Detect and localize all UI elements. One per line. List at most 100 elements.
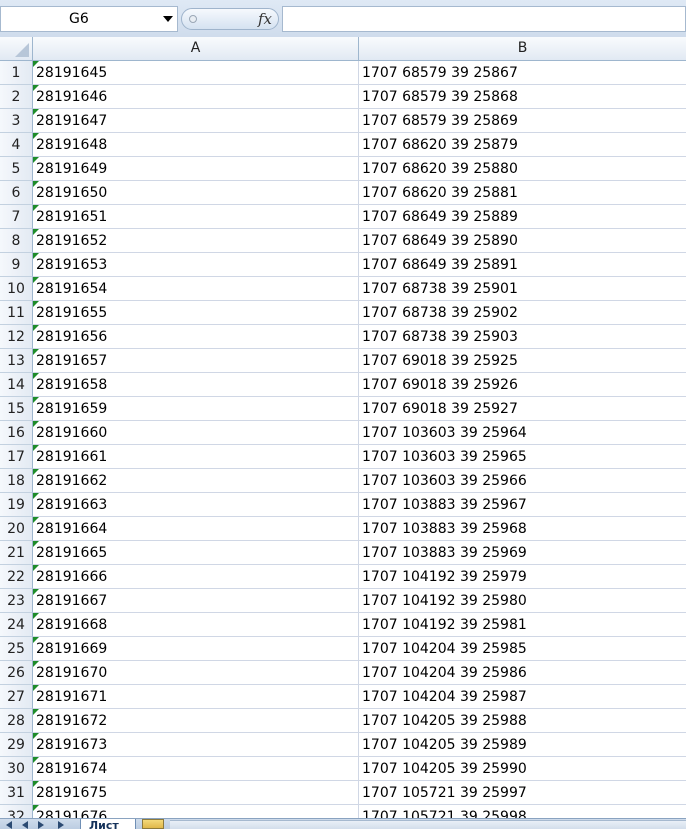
row-header[interactable]: 28 — [0, 709, 33, 733]
cell-a[interactable]: 28191653 — [33, 253, 359, 277]
cell-a[interactable]: 28191664 — [33, 517, 359, 541]
cell-b[interactable]: 1707 68738 39 25902 — [359, 301, 686, 325]
row-header[interactable]: 20 — [0, 517, 33, 541]
cell-a[interactable]: 28191666 — [33, 565, 359, 589]
row-header[interactable]: 7 — [0, 205, 33, 229]
column-header-b[interactable]: B — [359, 37, 686, 60]
row-header[interactable]: 15 — [0, 397, 33, 421]
row-header[interactable]: 3 — [0, 109, 33, 133]
cell-a[interactable]: 28191671 — [33, 685, 359, 709]
cell-a[interactable]: 28191645 — [33, 61, 359, 85]
cell-b[interactable]: 1707 103883 39 25968 — [359, 517, 686, 541]
cell-a[interactable]: 28191670 — [33, 661, 359, 685]
row-header[interactable]: 2 — [0, 85, 33, 109]
cell-a[interactable]: 28191646 — [33, 85, 359, 109]
cell-b[interactable]: 1707 68738 39 25901 — [359, 277, 686, 301]
cell-b[interactable]: 1707 68649 39 25891 — [359, 253, 686, 277]
cell-a[interactable]: 28191650 — [33, 181, 359, 205]
row-header[interactable]: 23 — [0, 589, 33, 613]
cell-b[interactable]: 1707 103883 39 25967 — [359, 493, 686, 517]
cell-a[interactable]: 28191647 — [33, 109, 359, 133]
cell-a[interactable]: 28191657 — [33, 349, 359, 373]
cell-a[interactable]: 28191663 — [33, 493, 359, 517]
cell-b[interactable]: 1707 68579 39 25867 — [359, 61, 686, 85]
row-header[interactable]: 25 — [0, 637, 33, 661]
cell-b[interactable]: 1707 68649 39 25890 — [359, 229, 686, 253]
formula-input[interactable] — [282, 6, 686, 32]
row-header[interactable]: 29 — [0, 733, 33, 757]
row-header[interactable]: 11 — [0, 301, 33, 325]
cell-a[interactable]: 28191676 — [33, 805, 359, 818]
cell-b[interactable]: 1707 103883 39 25969 — [359, 541, 686, 565]
row-header[interactable]: 14 — [0, 373, 33, 397]
cell-b[interactable]: 1707 68620 39 25881 — [359, 181, 686, 205]
row-header[interactable]: 9 — [0, 253, 33, 277]
insert-function-control[interactable]: fx — [181, 8, 279, 30]
cell-a[interactable]: 28191660 — [33, 421, 359, 445]
cell-a[interactable]: 28191669 — [33, 637, 359, 661]
cell-b[interactable]: 1707 104205 39 25989 — [359, 733, 686, 757]
cell-b[interactable]: 1707 68620 39 25880 — [359, 157, 686, 181]
cell-a[interactable]: 28191655 — [33, 301, 359, 325]
cell-b[interactable]: 1707 68738 39 25903 — [359, 325, 686, 349]
cell-a[interactable]: 28191659 — [33, 397, 359, 421]
resize-handle-icon[interactable] — [189, 15, 197, 23]
column-header-a[interactable]: A — [33, 37, 359, 60]
row-header[interactable]: 13 — [0, 349, 33, 373]
cell-b[interactable]: 1707 104205 39 25990 — [359, 757, 686, 781]
row-header[interactable]: 16 — [0, 421, 33, 445]
cell-b[interactable]: 1707 69018 39 25926 — [359, 373, 686, 397]
row-header[interactable]: 22 — [0, 565, 33, 589]
cell-b[interactable]: 1707 104204 39 25986 — [359, 661, 686, 685]
cell-b[interactable]: 1707 104204 39 25987 — [359, 685, 686, 709]
cell-b[interactable]: 1707 105721 39 25997 — [359, 781, 686, 805]
cell-a[interactable]: 28191648 — [33, 133, 359, 157]
row-header[interactable]: 4 — [0, 133, 33, 157]
cell-a[interactable]: 28191658 — [33, 373, 359, 397]
cell-b[interactable]: 1707 104204 39 25985 — [359, 637, 686, 661]
cell-b[interactable]: 1707 104205 39 25988 — [359, 709, 686, 733]
cell-b[interactable]: 1707 103603 39 25965 — [359, 445, 686, 469]
cell-a[interactable]: 28191661 — [33, 445, 359, 469]
row-header[interactable]: 21 — [0, 541, 33, 565]
cell-a[interactable]: 28191656 — [33, 325, 359, 349]
cell-b[interactable]: 1707 103603 39 25966 — [359, 469, 686, 493]
row-header[interactable]: 32 — [0, 805, 33, 818]
cell-b[interactable]: 1707 68620 39 25879 — [359, 133, 686, 157]
cell-a[interactable]: 28191668 — [33, 613, 359, 637]
row-header[interactable]: 18 — [0, 469, 33, 493]
cell-a[interactable]: 28191667 — [33, 589, 359, 613]
chevron-down-icon[interactable] — [163, 16, 173, 22]
cell-a[interactable]: 28191649 — [33, 157, 359, 181]
row-header[interactable]: 5 — [0, 157, 33, 181]
cell-a[interactable]: 28191654 — [33, 277, 359, 301]
cell-a[interactable]: 28191665 — [33, 541, 359, 565]
cell-b[interactable]: 1707 68579 39 25869 — [359, 109, 686, 133]
cell-a[interactable]: 28191672 — [33, 709, 359, 733]
cell-b[interactable]: 1707 104192 39 25981 — [359, 613, 686, 637]
cell-a[interactable]: 28191675 — [33, 781, 359, 805]
row-header[interactable]: 1 — [0, 61, 33, 85]
cell-a[interactable]: 28191652 — [33, 229, 359, 253]
row-header[interactable]: 19 — [0, 493, 33, 517]
row-header[interactable]: 24 — [0, 613, 33, 637]
row-header[interactable]: 26 — [0, 661, 33, 685]
cell-b[interactable]: 1707 103603 39 25964 — [359, 421, 686, 445]
row-header[interactable]: 17 — [0, 445, 33, 469]
cell-a[interactable]: 28191674 — [33, 757, 359, 781]
cell-b[interactable]: 1707 104192 39 25979 — [359, 565, 686, 589]
row-header[interactable]: 8 — [0, 229, 33, 253]
cell-a[interactable]: 28191673 — [33, 733, 359, 757]
cell-b[interactable]: 1707 69018 39 25927 — [359, 397, 686, 421]
row-header[interactable]: 12 — [0, 325, 33, 349]
cell-a[interactable]: 28191651 — [33, 205, 359, 229]
row-header[interactable]: 30 — [0, 757, 33, 781]
cell-a[interactable]: 28191662 — [33, 469, 359, 493]
cell-b[interactable]: 1707 69018 39 25925 — [359, 349, 686, 373]
row-header[interactable]: 10 — [0, 277, 33, 301]
row-header[interactable]: 31 — [0, 781, 33, 805]
cell-b[interactable]: 1707 68579 39 25868 — [359, 85, 686, 109]
cell-b[interactable]: 1707 105721 39 25998 — [359, 805, 686, 818]
fx-icon[interactable]: fx — [258, 10, 272, 28]
row-header[interactable]: 6 — [0, 181, 33, 205]
